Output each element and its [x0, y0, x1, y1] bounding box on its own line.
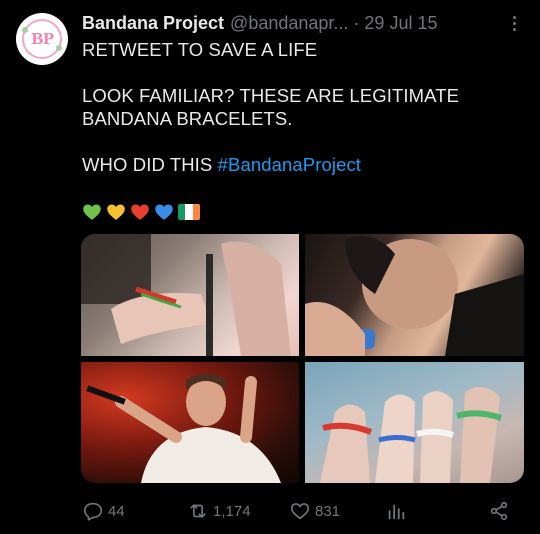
emoji-row — [82, 202, 200, 222]
avatar-initials: BP — [31, 30, 54, 48]
photo-singer-closeup[interactable] — [305, 234, 524, 356]
share-icon — [490, 501, 508, 521]
avatar[interactable]: BP — [16, 13, 68, 65]
tweet-header: Bandana Project @bandanapr... · 29 Jul 1… — [82, 12, 522, 34]
photo-performer-stage[interactable] — [81, 362, 299, 483]
heart-outline-icon — [290, 503, 310, 520]
tweet-line: WHO DID THIS #BandanaProject — [82, 153, 522, 176]
retweet-count: 1,174 — [213, 502, 251, 520]
photo-wrists-bracelets[interactable] — [81, 234, 299, 356]
photo-content — [86, 373, 281, 483]
more-options-icon[interactable] — [504, 12, 524, 34]
tweet-line: RETWEET TO SAVE A LIFE — [82, 39, 318, 60]
analytics-icon — [388, 504, 405, 520]
avatar-ring: BP — [22, 19, 62, 59]
tweet-line: BANDANA BRACELETS. — [82, 108, 293, 129]
share-button[interactable] — [488, 498, 510, 524]
green-heart-icon — [83, 204, 101, 220]
tweet-text: RETWEET TO SAVE A LIFE LOOK FAMILIAR? TH… — [82, 38, 522, 176]
user-handle[interactable]: @bandanapr... — [230, 13, 348, 34]
tweet[interactable]: BP Bandana Project @bandanapr... · 29 Ju… — [0, 0, 540, 534]
tweet-line-text: WHO DID THIS — [82, 154, 218, 175]
avatar-leaf-decoration — [56, 45, 62, 51]
tweet-line: LOOK FAMILIAR? THESE ARE LEGITIMATE — [82, 85, 460, 106]
red-heart-icon — [131, 204, 149, 220]
reply-icon — [83, 502, 103, 521]
photo-content — [320, 387, 502, 483]
avatar-leaf-decoration — [22, 27, 28, 33]
reply-button[interactable]: 44 — [82, 498, 125, 524]
like-button[interactable]: 831 — [289, 498, 340, 524]
views-button[interactable] — [385, 498, 407, 524]
yellow-heart-icon — [107, 204, 125, 220]
ireland-flag-icon — [178, 204, 200, 220]
separator: · — [353, 12, 360, 33]
blue-heart-icon — [155, 204, 173, 220]
display-name[interactable]: Bandana Project — [82, 13, 224, 34]
retweet-button[interactable]: 1,174 — [187, 498, 251, 524]
photo-content — [305, 236, 524, 356]
photo-content — [81, 234, 291, 356]
hashtag-link[interactable]: #BandanaProject — [218, 154, 361, 175]
media-grid[interactable] — [81, 234, 524, 483]
reply-count: 44 — [108, 502, 125, 520]
tweet-date[interactable]: 29 Jul 15 — [364, 13, 437, 34]
photo-raised-wrists[interactable] — [305, 362, 524, 483]
like-count: 831 — [315, 502, 341, 520]
retweet-icon — [190, 504, 206, 518]
action-bar: 44 1,174 831 — [82, 498, 522, 524]
